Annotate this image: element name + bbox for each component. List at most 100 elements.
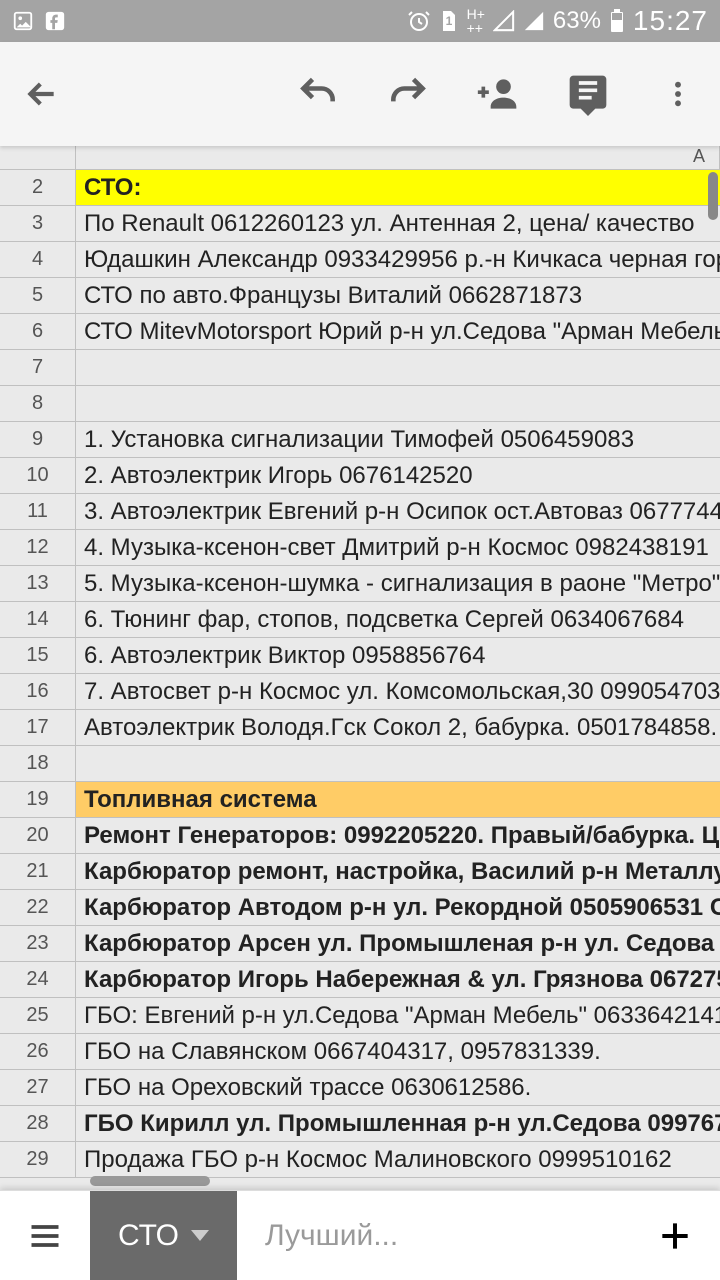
row-header[interactable]: 25 [0, 998, 76, 1033]
chevron-down-icon [191, 1230, 209, 1241]
row-header[interactable]: 15 [0, 638, 76, 673]
table-row: 6СТО MitevMotorsport Юрий р-н ул.Седова … [0, 314, 720, 350]
vertical-scrollbar[interactable] [708, 172, 718, 220]
table-row: 91. Установка сигнализации Тимофей 05064… [0, 422, 720, 458]
cell[interactable]: 6. Тюнинг фар, стопов, подсветка Сергей … [76, 602, 720, 637]
sheet-tabs-bar: СТО Лучший... [0, 1190, 720, 1280]
cell[interactable] [76, 350, 720, 385]
table-row: 28ГБО Кирилл ул. Промышленная р-н ул.Сед… [0, 1106, 720, 1142]
cell[interactable]: 2. Автоэлектрик Игорь 0676142520 [76, 458, 720, 493]
table-row: 19Топливная система [0, 782, 720, 818]
back-button[interactable] [20, 72, 64, 116]
table-row: 27ГБО на Ореховский трассе 0630612586. [0, 1070, 720, 1106]
row-header[interactable]: 27 [0, 1070, 76, 1105]
row-header[interactable]: 19 [0, 782, 76, 817]
all-sheets-button[interactable] [0, 1191, 90, 1280]
row-header[interactable]: 3 [0, 206, 76, 241]
row-header[interactable]: 12 [0, 530, 76, 565]
cell[interactable] [76, 746, 720, 781]
gallery-icon [12, 10, 34, 32]
network-type-icon: H+++ [467, 7, 485, 35]
table-row: 17Автоэлектрик Володя.Гск Сокол 2, бабур… [0, 710, 720, 746]
battery-percent: 63% [553, 7, 601, 35]
column-header-row: A [0, 146, 720, 170]
table-row: 23Карбюратор Арсен ул. Промышленая р-н у… [0, 926, 720, 962]
cell[interactable]: СТО по авто.Французы Виталий 0662871873 [76, 278, 720, 313]
cell[interactable]: Карбюратор Арсен ул. Промышленая р-н ул.… [76, 926, 720, 961]
undo-button[interactable] [296, 72, 340, 116]
signal-2-icon [523, 10, 545, 32]
cell[interactable]: Карбюратор Автодом р-н ул. Рекордной 050… [76, 890, 720, 925]
svg-text:1: 1 [445, 14, 452, 28]
row-header[interactable]: 22 [0, 890, 76, 925]
row-header[interactable]: 7 [0, 350, 76, 385]
table-row: 3По Renault 0612260123 ул. Антенная 2, ц… [0, 206, 720, 242]
row-header[interactable]: 17 [0, 710, 76, 745]
cell[interactable]: Топливная система [76, 782, 720, 817]
table-row: 29Продажа ГБО р-н Космос Малиновского 09… [0, 1142, 720, 1178]
row-header[interactable]: 10 [0, 458, 76, 493]
row-header[interactable]: 5 [0, 278, 76, 313]
row-header[interactable]: 9 [0, 422, 76, 457]
redo-button[interactable] [386, 72, 430, 116]
cell[interactable]: Карбюратор ремонт, настройка, Василий р-… [76, 854, 720, 889]
cell[interactable]: По Renault 0612260123 ул. Антенная 2, це… [76, 206, 720, 241]
horizontal-scrollbar[interactable] [90, 1176, 210, 1186]
column-header-a[interactable]: A [76, 146, 720, 169]
row-header[interactable]: 8 [0, 386, 76, 421]
cell[interactable]: 5. Музыка-ксенон-шумка - сигнализация в … [76, 566, 720, 601]
row-header[interactable]: 6 [0, 314, 76, 349]
table-row: 21Карбюратор ремонт, настройка, Василий … [0, 854, 720, 890]
cell[interactable]: ГБО Кирилл ул. Промышленная р-н ул.Седов… [76, 1106, 720, 1141]
row-header[interactable]: 11 [0, 494, 76, 529]
cell[interactable]: СТО MitevMotorsport Юрий р-н ул.Седова "… [76, 314, 720, 349]
table-row: 5СТО по авто.Французы Виталий 0662871873 [0, 278, 720, 314]
comment-button[interactable] [566, 72, 610, 116]
row-header[interactable]: 4 [0, 242, 76, 277]
spreadsheet-viewport[interactable]: A 2СТО:3По Renault 0612260123 ул. Антенн… [0, 146, 720, 1190]
row-header[interactable]: 26 [0, 1034, 76, 1069]
cell[interactable]: Юдашкин Александр 0933429956 р.-н Кичкас… [76, 242, 720, 277]
row-header[interactable]: 29 [0, 1142, 76, 1177]
table-row: 18 [0, 746, 720, 782]
add-sheet-button[interactable] [630, 1191, 720, 1280]
row-header[interactable]: 14 [0, 602, 76, 637]
cell[interactable]: Карбюратор Игорь Набережная & ул. Грязно… [76, 962, 720, 997]
row-header[interactable]: 20 [0, 818, 76, 853]
row-header[interactable]: 23 [0, 926, 76, 961]
row-header[interactable]: 16 [0, 674, 76, 709]
cell[interactable]: Ремонт Генераторов: 0992205220. Правый/б… [76, 818, 720, 853]
tab-active[interactable]: СТО [90, 1191, 237, 1280]
android-status-bar: 1 H+++ 63% 15:27 [0, 0, 720, 42]
cell[interactable] [76, 386, 720, 421]
cell[interactable]: 7. Автосвет р-н Космос ул. Комсомольская… [76, 674, 720, 709]
cell[interactable]: 4. Музыка-ксенон-свет Дмитрий р-н Космос… [76, 530, 720, 565]
row-header[interactable]: 18 [0, 746, 76, 781]
table-row: 20Ремонт Генераторов: 0992205220. Правый… [0, 818, 720, 854]
row-header[interactable]: 13 [0, 566, 76, 601]
cell[interactable]: Продажа ГБО р-н Космос Малиновского 0999… [76, 1142, 720, 1177]
cell[interactable]: Автоэлектрик Володя.Гск Сокол 2, бабурка… [76, 710, 720, 745]
tab-other[interactable]: Лучший... [237, 1191, 630, 1280]
cell[interactable]: 1. Установка сигнализации Тимофей 050645… [76, 422, 720, 457]
add-person-button[interactable] [476, 72, 520, 116]
overflow-menu-button[interactable] [656, 72, 700, 116]
row-header[interactable]: 21 [0, 854, 76, 889]
cell[interactable]: СТО: [76, 170, 720, 205]
table-row: 24Карбюратор Игорь Набережная & ул. Гряз… [0, 962, 720, 998]
cell[interactable]: 6. Автоэлектрик Виктор 0958856764 [76, 638, 720, 673]
row-header[interactable]: 24 [0, 962, 76, 997]
row-header[interactable]: 28 [0, 1106, 76, 1141]
cell[interactable]: ГБО на Ореховский трассе 0630612586. [76, 1070, 720, 1105]
row-header[interactable]: 2 [0, 170, 76, 205]
table-row: 25ГБО: Евгений р-н ул.Седова "Арман Мебе… [0, 998, 720, 1034]
table-row: 7 [0, 350, 720, 386]
table-row: 156. Автоэлектрик Виктор 0958856764 [0, 638, 720, 674]
cell[interactable]: ГБО: Евгений р-н ул.Седова "Арман Мебель… [76, 998, 720, 1033]
table-row: 2СТО: [0, 170, 720, 206]
cell[interactable]: ГБО на Славянском 0667404317, 0957831339… [76, 1034, 720, 1069]
tab-active-label: СТО [118, 1219, 179, 1253]
tab-other-label: Лучший... [265, 1219, 398, 1253]
app-toolbar [0, 42, 720, 146]
cell[interactable]: 3. Автоэлектрик Евгений р-н Осипок ост.А… [76, 494, 720, 529]
